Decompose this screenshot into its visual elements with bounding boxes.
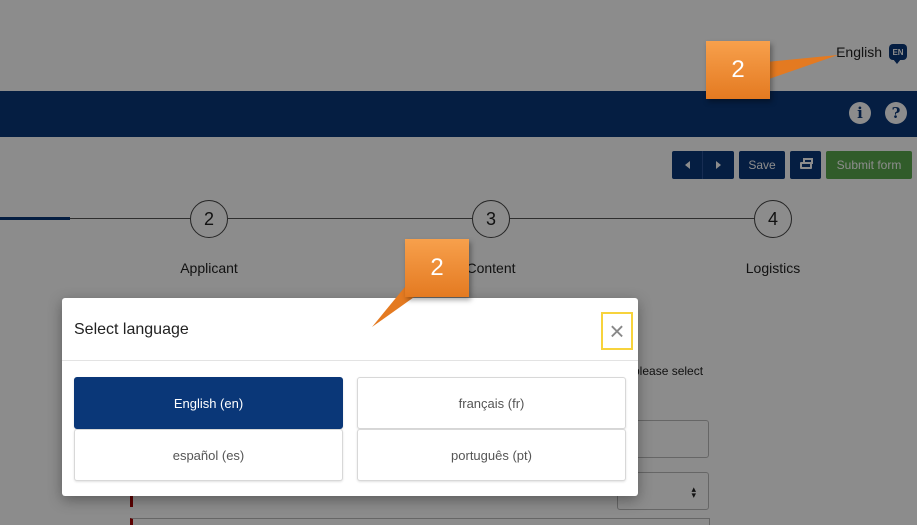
callout-pointer-top: [766, 55, 838, 80]
step-callout-badge: 2: [706, 41, 770, 99]
step-callout-badge: 2: [405, 239, 469, 297]
